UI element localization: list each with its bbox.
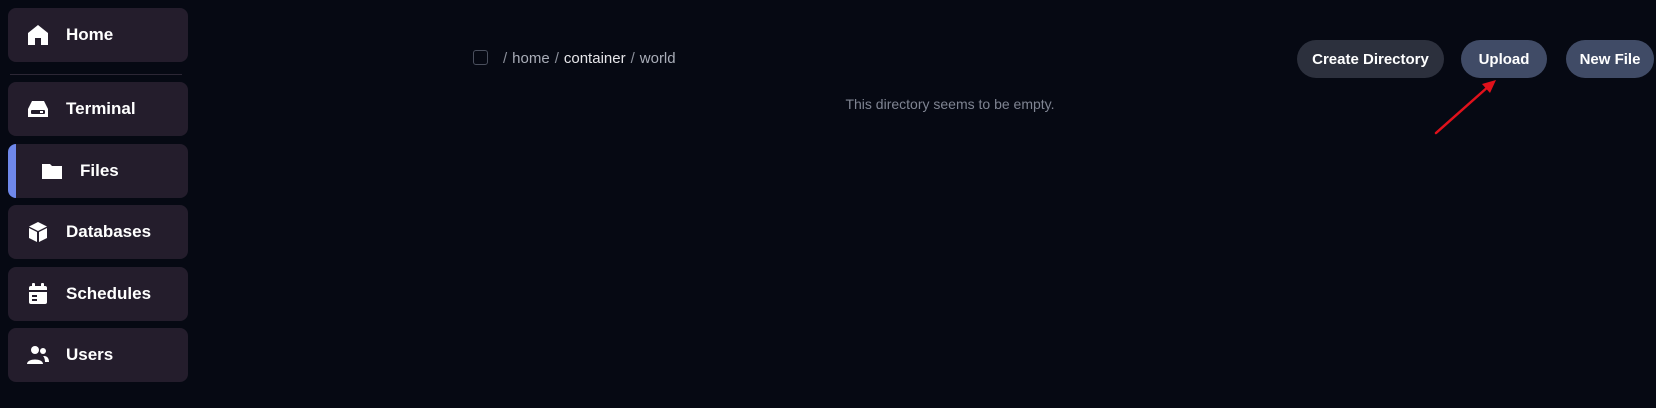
- annotation-arrow-icon: [1434, 80, 1496, 135]
- app-root: Home Terminal Files Databases Schedules …: [0, 0, 1656, 408]
